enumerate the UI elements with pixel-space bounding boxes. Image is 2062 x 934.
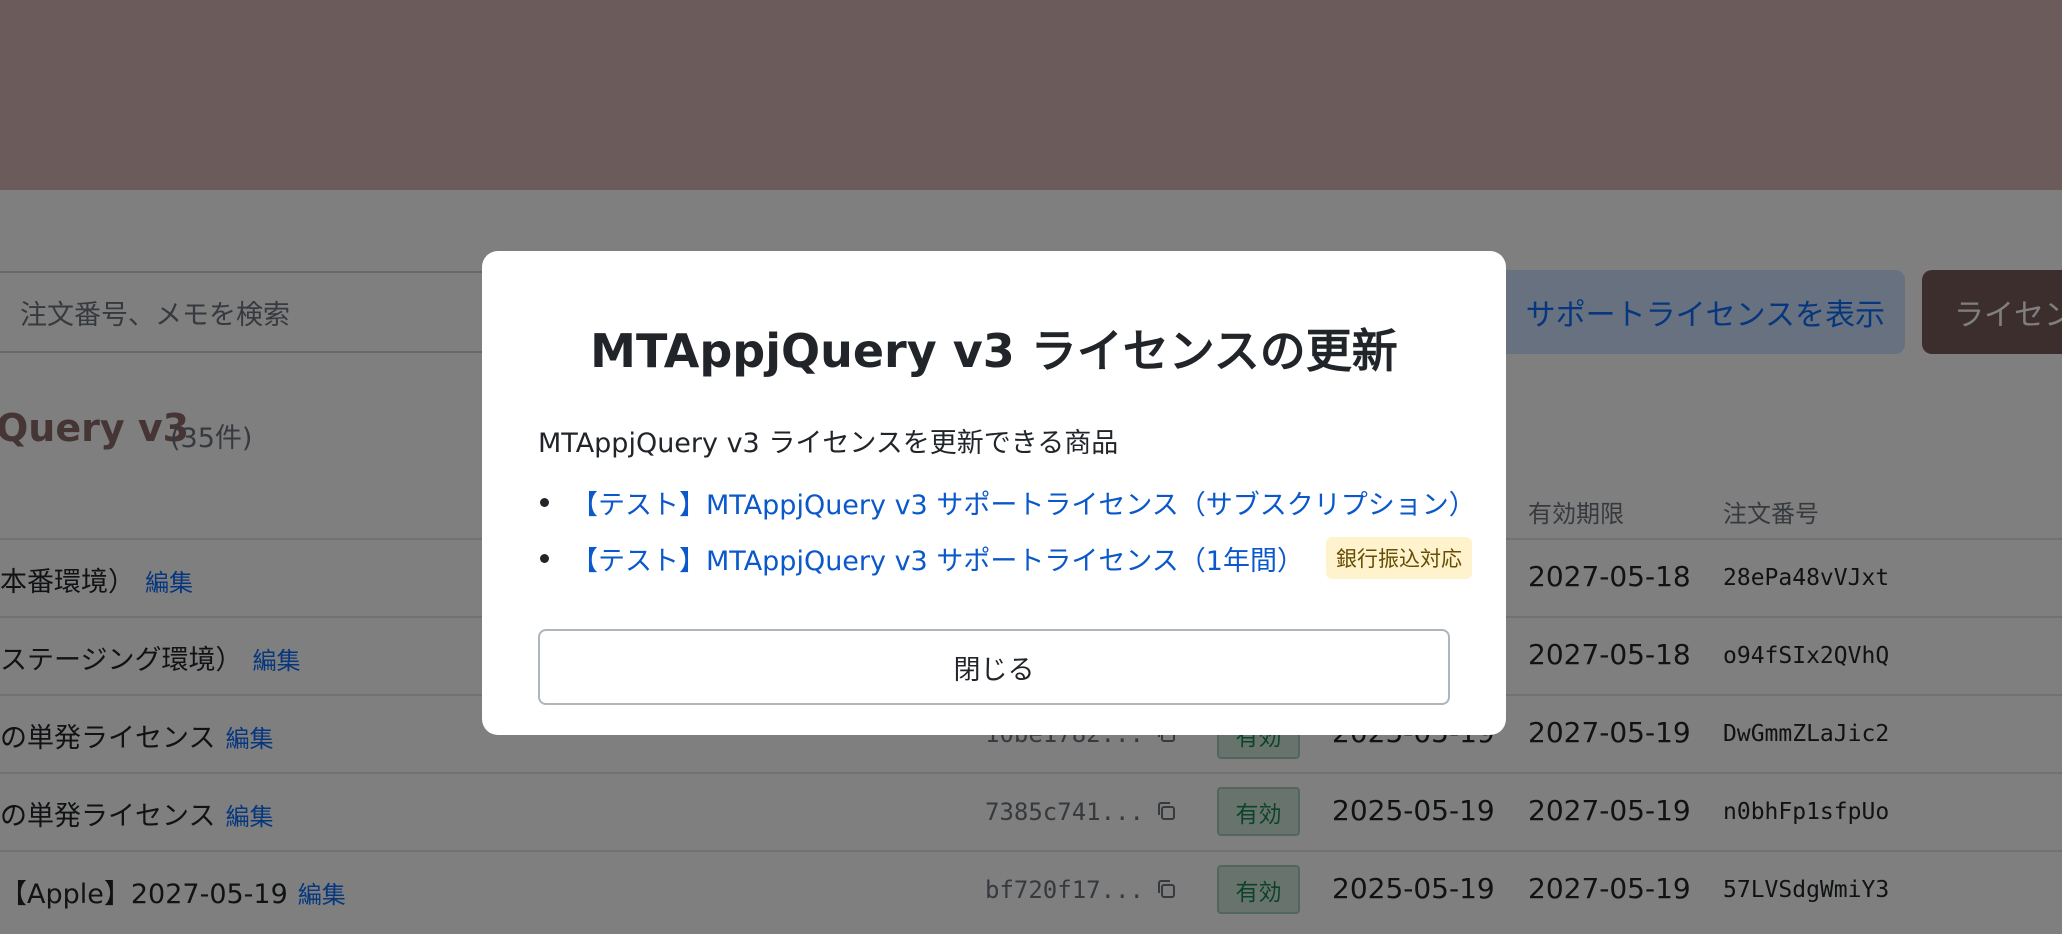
product-link-subscription[interactable]: 【テスト】MTAppjQuery v3 サポートライセンス（サブスクリプション） [571, 483, 1476, 522]
renewal-modal: MTAppjQuery v3 ライセンスの更新 MTAppjQuery v3 ラ… [482, 251, 1506, 735]
modal-description: MTAppjQuery v3 ライセンスを更新できる商品 [538, 428, 1119, 459]
list-item: 【テスト】MTAppjQuery v3 サポートライセンス（サブスクリプション） [538, 482, 1476, 522]
product-link-one-year[interactable]: 【テスト】MTAppjQuery v3 サポートライセンス（1年間） [571, 539, 1304, 578]
bullet-icon [540, 553, 549, 563]
modal-title: MTAppjQuery v3 ライセンスの更新 [590, 324, 1398, 378]
close-button[interactable]: 閉じる [538, 629, 1450, 705]
bullet-icon [540, 497, 549, 507]
list-item: 【テスト】MTAppjQuery v3 サポートライセンス（1年間） 銀行振込対… [538, 537, 1472, 579]
bank-transfer-badge: 銀行振込対応 [1325, 537, 1472, 579]
